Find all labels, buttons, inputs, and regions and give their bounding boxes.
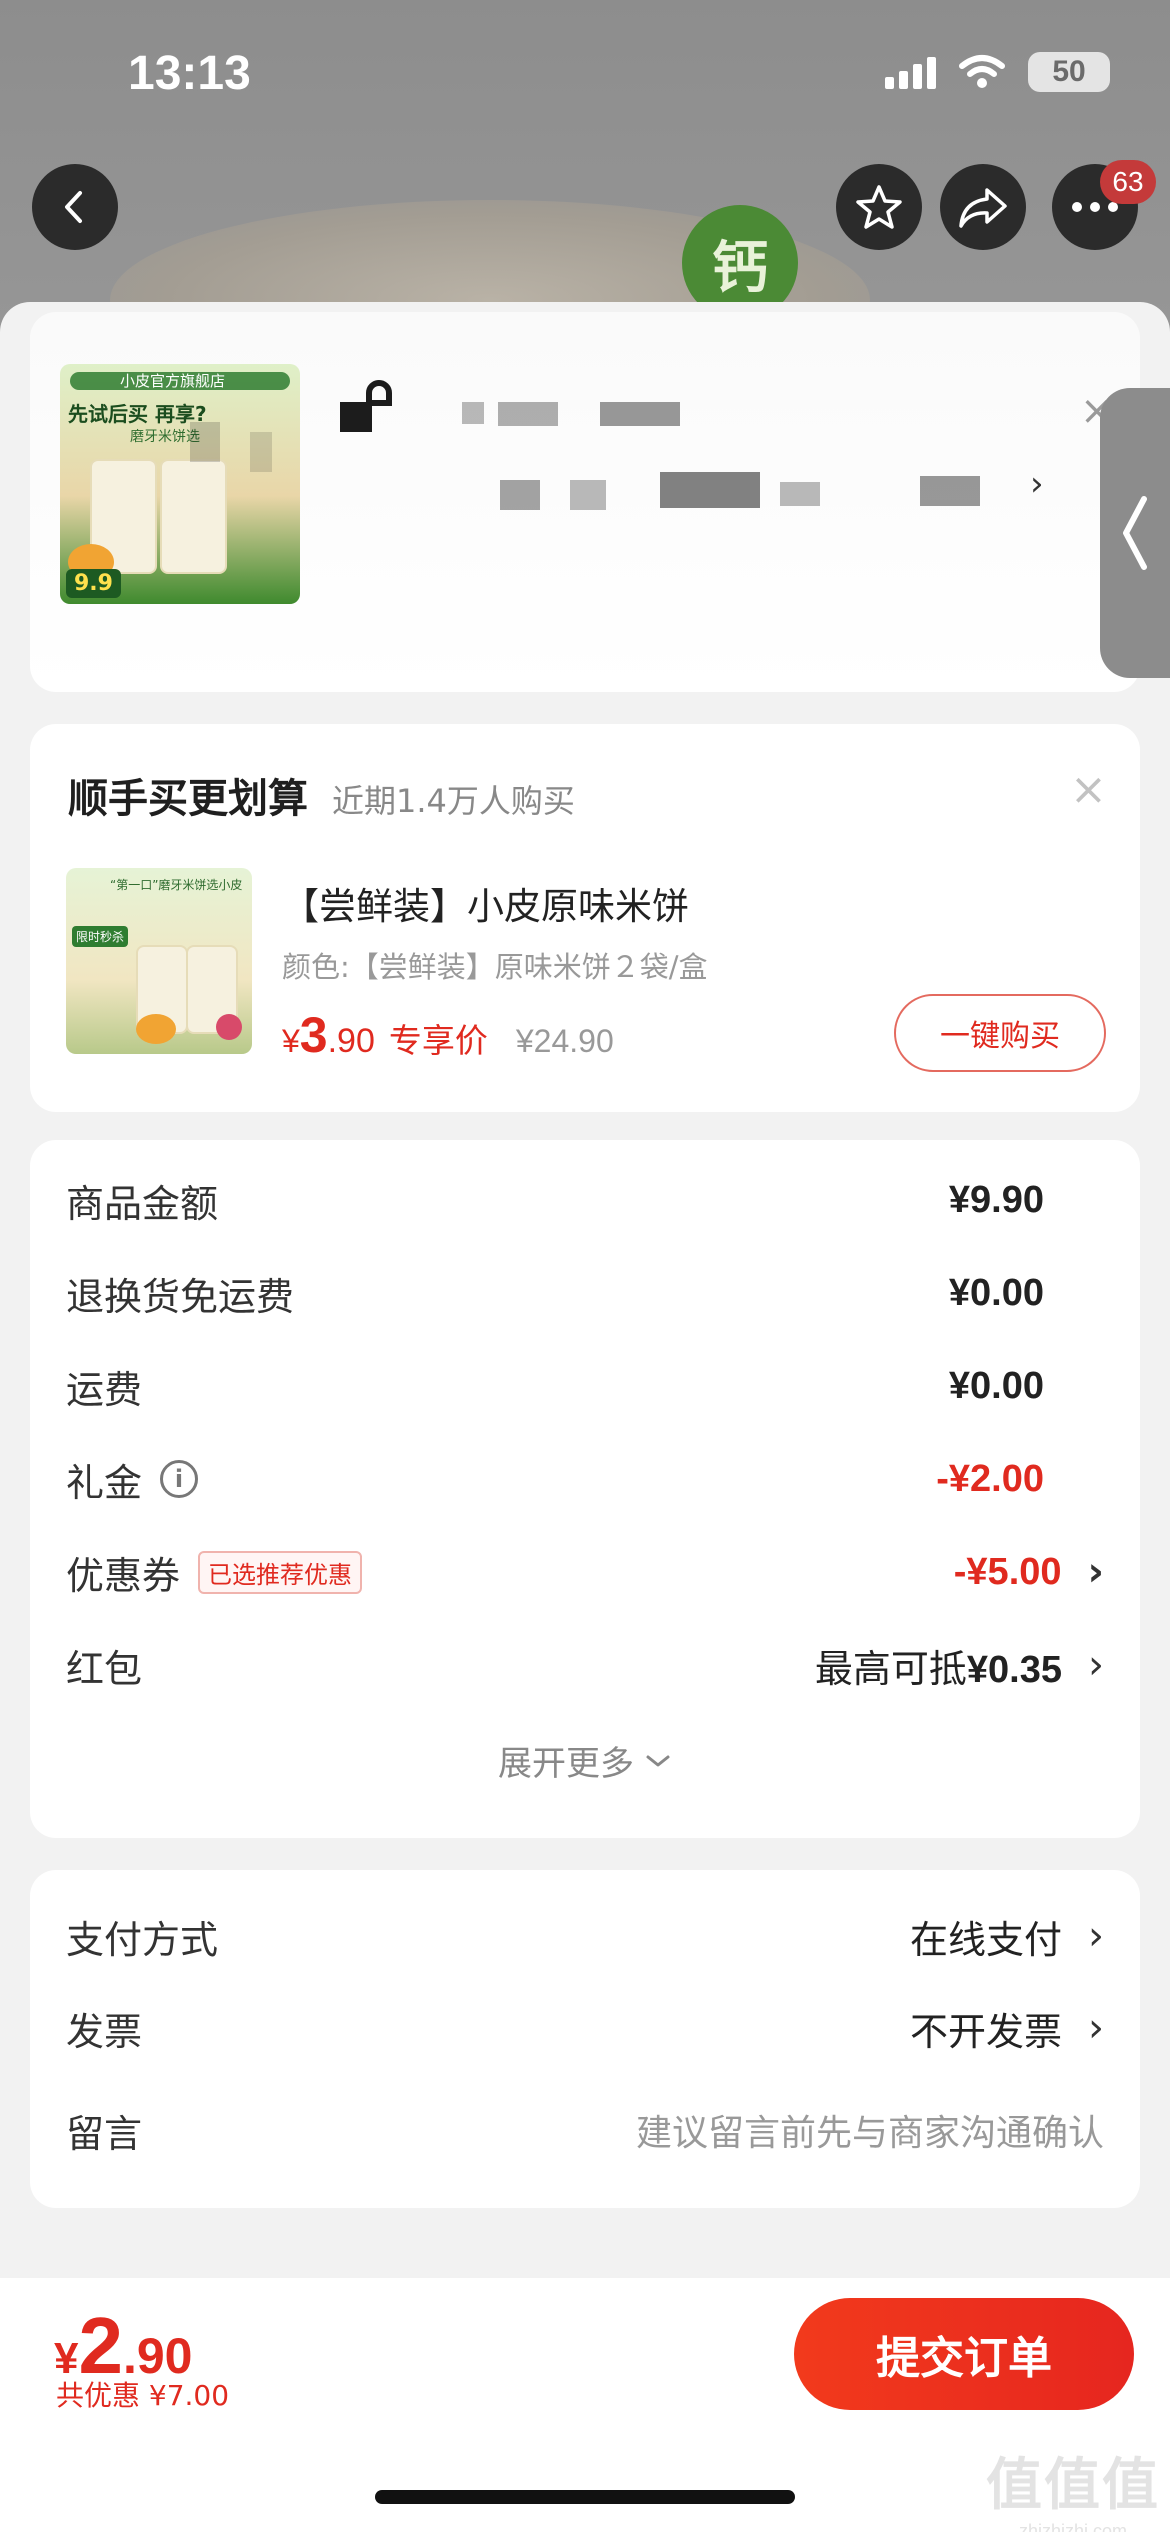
thumb-berry — [216, 1014, 242, 1040]
summary-value: -¥5.00 — [953, 1550, 1062, 1593]
chevron-right-icon[interactable]: › — [1030, 464, 1044, 504]
price-main: 3 — [299, 1007, 328, 1063]
status-time: 13:13 — [128, 47, 251, 100]
addon-title: 顺手买更划算 — [68, 776, 308, 822]
summary-row-shipping: 运费 ¥0.00 — [66, 1356, 1104, 1416]
side-drawer-handle[interactable] — [1100, 388, 1170, 678]
expand-more-label: 展开更多 — [498, 1744, 634, 1784]
redacted-text — [190, 422, 220, 462]
submit-order-button[interactable]: 提交订单 — [794, 2298, 1134, 2410]
invoice-value: 不开发票 — [909, 2009, 1062, 2054]
payment-method-value: 在线支付 — [909, 1917, 1062, 1962]
thumb-fruit — [136, 1014, 176, 1044]
redacted-text — [660, 472, 760, 508]
addon-price: ¥ 3 .90 专享价 ¥24.90 — [282, 1006, 614, 1064]
summary-row-gift-money: 礼金 i -¥2.00 — [66, 1449, 1104, 1509]
main-product-image[interactable]: 小皮官方旗舰店 先试后买 再享? 磨牙米饼选 9.9 — [60, 364, 300, 604]
favorite-button[interactable] — [836, 164, 922, 250]
price-label: 专享价 — [388, 1021, 488, 1060]
status-icons: 50 — [885, 52, 1110, 92]
chevron-down-icon — [646, 1755, 670, 1766]
payment-method-row[interactable]: 支付方式 在线支付 › — [66, 1906, 1104, 1966]
summary-row-coupon[interactable]: 优惠券 已选推荐优惠 -¥5.00 › — [66, 1542, 1104, 1602]
summary-row-red-packet[interactable]: 红包 最高可抵¥0.35 › — [66, 1635, 1104, 1695]
redacted-text — [500, 480, 540, 510]
summary-label: 运费 — [66, 1367, 143, 1412]
thumb-store-text: 小皮官方旗舰店 — [120, 372, 226, 390]
order-sheet: 小皮官方旗舰店 先试后买 再享? 磨牙米饼选 9.9 › × 顺手买更划算 近期… — [0, 302, 1170, 2532]
star-icon — [856, 185, 902, 229]
watermark: 值值值 zhizhizhi.com — [986, 2440, 1160, 2532]
invoice-row[interactable]: 发票 不开发票 › — [66, 1998, 1104, 2058]
price-symbol: ¥ — [282, 1023, 300, 1059]
home-indicator[interactable] — [375, 2490, 795, 2504]
addon-product-image[interactable]: “第一口”磨牙米饼选小皮 限时秒杀 — [66, 868, 252, 1054]
thumb-tag: 限时秒杀 — [72, 926, 129, 947]
summary-label: 优惠券 — [66, 1553, 181, 1598]
thumb-price: 9.9 — [66, 569, 121, 598]
addon-header: 顺手买更划算 近期1.4万人购买 — [68, 766, 575, 824]
summary-value: ¥0.00 — [948, 1271, 1044, 1314]
summary-label: 红包 — [66, 1646, 143, 1691]
battery-indicator: 50 — [1028, 52, 1110, 92]
summary-value: -¥2.00 — [936, 1457, 1044, 1500]
invoice-label: 发票 — [66, 2009, 143, 2054]
coupon-tag: 已选推荐优惠 — [198, 1550, 363, 1594]
note-input[interactable]: 建议留言前先与商家沟通确认 — [636, 2104, 1104, 2156]
expand-more-button[interactable]: 展开更多 — [30, 1736, 1140, 1785]
summary-row-return-shipping: 退换货免运费 ¥0.00 — [66, 1263, 1104, 1323]
chevron-left-icon — [1123, 496, 1147, 570]
summary-label: 商品金额 — [66, 1181, 219, 1226]
thumb-bag — [160, 458, 228, 574]
redacted-text — [366, 380, 392, 406]
summary-value: ¥0.35 — [966, 1648, 1062, 1691]
redacted-text — [498, 402, 558, 426]
chevron-right-icon[interactable]: › — [1088, 1642, 1104, 1688]
watermark-logo: 值值值 — [986, 2453, 1160, 2516]
original-price: ¥24.90 — [515, 1023, 614, 1059]
payment-card: 支付方式 在线支付 › 发票 不开发票 › 留言 建议留言前先与商家沟通确认 — [30, 1870, 1140, 2208]
thumb-slogan: 先试后买 再享? — [68, 402, 207, 426]
watermark-text: zhizhizhi.com — [1018, 2521, 1128, 2532]
redacted-text — [920, 476, 980, 506]
share-icon — [959, 188, 1007, 228]
thumb-brand-text: “第一口”磨牙米饼选小皮 — [110, 878, 243, 892]
notification-badge: 63 — [1100, 160, 1156, 204]
redacted-text — [570, 480, 606, 510]
addon-product-spec: 颜色:【尝鲜装】原味米饼２袋/盒 — [282, 950, 708, 984]
share-button[interactable] — [940, 164, 1026, 250]
addon-product-name[interactable]: 【尝鲜装】小皮原味米饼 — [282, 876, 689, 930]
redacted-text — [250, 432, 272, 472]
summary-value: ¥0.00 — [948, 1364, 1044, 1407]
summary-label: 礼金 — [66, 1460, 143, 1505]
chevron-right-icon[interactable]: › — [1088, 1549, 1104, 1595]
signal-icon — [885, 55, 936, 89]
one-click-buy-button[interactable]: 一键购买 — [894, 994, 1106, 1072]
back-button[interactable] — [32, 164, 118, 250]
info-icon[interactable]: i — [160, 1460, 199, 1498]
discount-total: 共优惠 ¥7.00 — [56, 2379, 230, 2412]
note-row: 留言 建议留言前先与商家沟通确认 — [66, 2100, 1104, 2160]
summary-label: 退换货免运费 — [66, 1274, 295, 1319]
redacted-text — [462, 402, 484, 424]
summary-value-prefix: 最高可抵 — [814, 1646, 967, 1691]
chevron-left-icon — [65, 191, 82, 223]
addon-card: 顺手买更划算 近期1.4万人购买 × “第一口”磨牙米饼选小皮 限时秒杀 【尝鲜… — [30, 724, 1140, 1112]
wifi-icon — [959, 55, 1005, 88]
redacted-text — [780, 482, 820, 506]
redacted-text — [600, 402, 680, 426]
payment-method-label: 支付方式 — [66, 1917, 219, 1962]
summary-row-goods: 商品金额 ¥9.90 — [66, 1170, 1104, 1230]
close-icon[interactable]: × — [1070, 764, 1107, 815]
redacted-text — [340, 402, 372, 432]
main-product-card: 小皮官方旗舰店 先试后买 再享? 磨牙米饼选 9.9 › × — [30, 312, 1140, 692]
summary-value: ¥9.90 — [948, 1178, 1044, 1221]
chevron-right-icon[interactable]: › — [1088, 1913, 1104, 1959]
price-decimal: .90 — [327, 1022, 375, 1060]
price-summary-card: 商品金额 ¥9.90 退换货免运费 ¥0.00 运费 ¥0.00 礼金 i -¥… — [30, 1140, 1140, 1838]
chevron-right-icon[interactable]: › — [1088, 2005, 1104, 2051]
note-label: 留言 — [66, 2111, 143, 2156]
addon-subtitle: 近期1.4万人购买 — [332, 782, 575, 820]
